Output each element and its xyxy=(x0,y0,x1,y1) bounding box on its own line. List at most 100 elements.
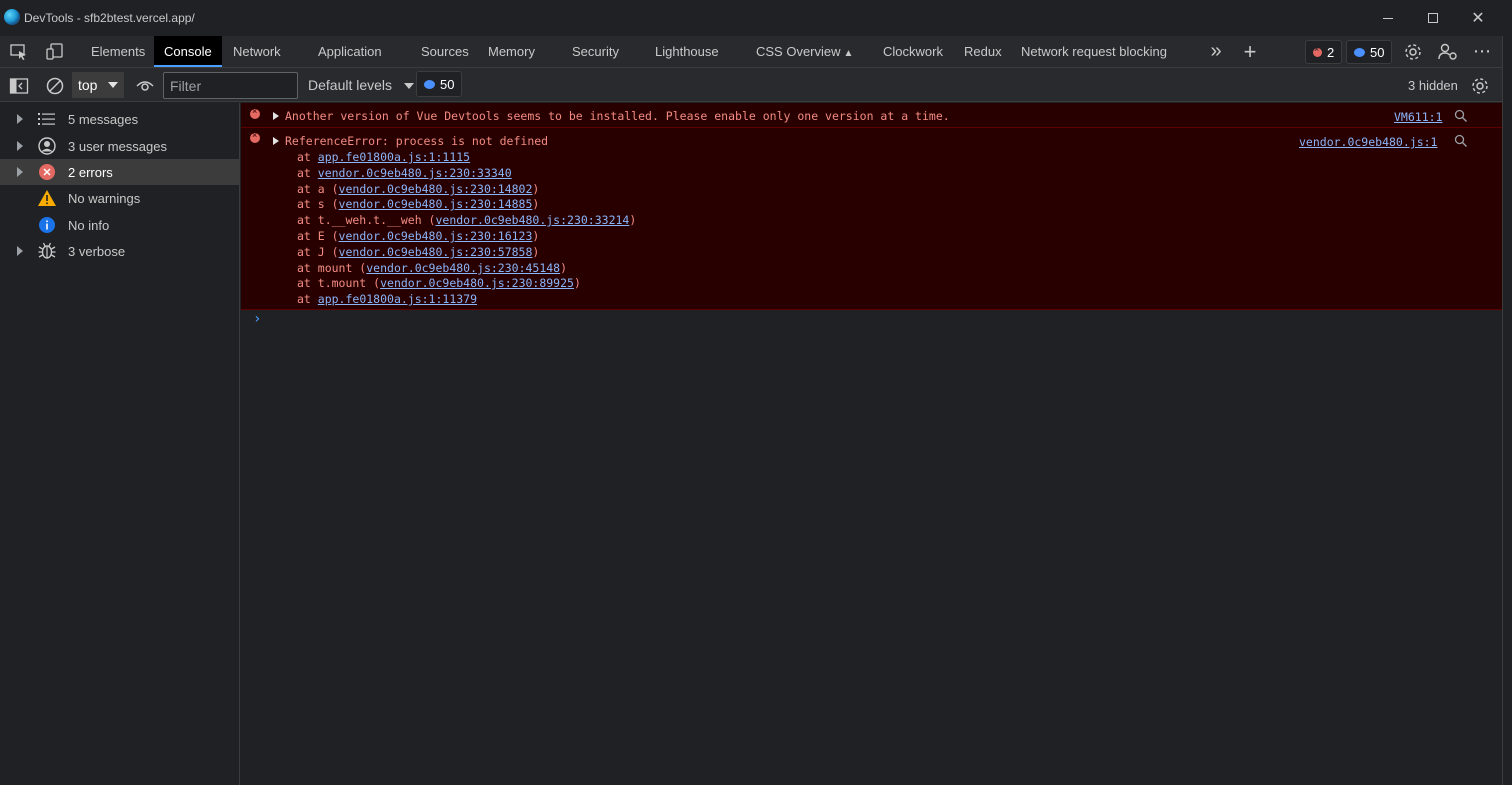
stack-trace-link[interactable]: vendor.0c9eb480.js:230:57858 xyxy=(339,245,533,259)
stack-trace-link[interactable]: vendor.0c9eb480.js:230:14802 xyxy=(339,182,533,196)
stack-trace-prefix: at mount ( xyxy=(297,261,367,275)
title-bar: DevTools - sfb2btest.vercel.app/ ✕ xyxy=(0,0,1512,36)
console-toolbar: top Default levels 50 3 hidden xyxy=(0,68,1502,102)
sidebar-item-info[interactable]: No info xyxy=(0,212,240,238)
tab-lighthouse[interactable]: Lighthouse xyxy=(655,36,719,67)
expand-arrow-icon[interactable] xyxy=(17,141,23,151)
tab-sources[interactable]: Sources xyxy=(421,36,469,67)
stack-trace-prefix: at xyxy=(297,166,318,180)
expand-arrow-icon[interactable] xyxy=(273,112,279,120)
stack-trace-suffix: ) xyxy=(629,213,637,227)
tab-network-request-blocking[interactable]: Network request blocking xyxy=(1021,36,1167,67)
stack-trace-link[interactable]: vendor.0c9eb480.js:230:33214 xyxy=(435,213,629,227)
expand-arrow-icon[interactable] xyxy=(17,114,23,124)
experiment-flask-icon: ▲ xyxy=(843,48,854,59)
console-settings-button[interactable] xyxy=(1465,70,1495,101)
stack-trace-line: at app.fe01800a.js:1:11379 xyxy=(297,292,477,306)
prompt-chevron-icon: › xyxy=(253,311,262,327)
stack-trace-link[interactable]: vendor.0c9eb480.js:230:14885 xyxy=(339,197,533,211)
source-link[interactable]: VM611:1 xyxy=(1394,110,1442,124)
expand-arrow-icon[interactable] xyxy=(17,167,23,177)
close-icon: ✕ xyxy=(1471,10,1485,27)
sidebar-item-verbose[interactable]: 3 verbose xyxy=(0,238,240,264)
stack-trace-link[interactable]: app.fe01800a.js:1:11379 xyxy=(318,292,477,306)
stack-trace-line: at J (vendor.0c9eb480.js:230:57858) xyxy=(297,245,539,259)
clear-console-button[interactable] xyxy=(40,70,70,101)
error-icon xyxy=(250,106,260,119)
tab-elements[interactable]: Elements xyxy=(91,36,145,67)
settings-button[interactable] xyxy=(1398,36,1428,67)
stack-trace-prefix: at s ( xyxy=(297,197,339,211)
people-settings-icon xyxy=(1438,43,1457,60)
hidden-count: 3 hidden xyxy=(1408,78,1458,93)
customize-button[interactable] xyxy=(1433,36,1463,67)
log-levels-label: Default levels xyxy=(308,77,393,93)
stack-trace-link[interactable]: vendor.0c9eb480.js:230:16123 xyxy=(339,229,533,243)
tab-console[interactable]: Console xyxy=(154,36,222,67)
stack-trace-prefix: at t.mount ( xyxy=(297,276,381,290)
console-message-text: ReferenceError: process is not defined xyxy=(285,134,549,148)
stack-trace-suffix: ) xyxy=(573,276,581,290)
toggle-sidebar-button[interactable] xyxy=(4,70,34,101)
gear-icon xyxy=(1472,77,1488,94)
stack-trace-prefix: at xyxy=(297,292,318,306)
warning-icon xyxy=(37,188,57,208)
issues-count: 50 xyxy=(440,76,455,92)
more-options-button[interactable]: ⋯ xyxy=(1467,36,1497,67)
stack-trace-link[interactable]: vendor.0c9eb480.js:230:45148 xyxy=(366,261,560,275)
context-selector[interactable]: top xyxy=(72,72,124,98)
stack-trace-line: at a (vendor.0c9eb480.js:230:14802) xyxy=(297,182,539,196)
tab-application[interactable]: Application xyxy=(318,36,382,67)
sidebar-item-label: No info xyxy=(68,217,110,233)
stack-trace-suffix: ) xyxy=(532,229,540,243)
expand-arrow-icon[interactable] xyxy=(17,246,23,256)
inspect-element-button[interactable] xyxy=(4,36,34,67)
add-tab-button[interactable]: + xyxy=(1235,36,1265,67)
expand-arrow-icon[interactable] xyxy=(273,137,279,145)
caret-down-icon xyxy=(108,82,118,88)
console-prompt[interactable]: › xyxy=(253,311,261,327)
search-icon[interactable] xyxy=(1454,134,1468,148)
scrollbar[interactable] xyxy=(1502,36,1512,785)
sidebar-item-messages[interactable]: 5 messages xyxy=(0,106,240,132)
tab-security[interactable]: Security xyxy=(572,36,619,67)
sidebar-item-user-messages[interactable]: 3 user messages xyxy=(0,133,240,159)
live-expression-button[interactable] xyxy=(130,70,160,101)
error-count-badge[interactable]: 2 xyxy=(1305,40,1343,64)
stack-trace-line: at t.__weh.t.__weh (vendor.0c9eb480.js:2… xyxy=(297,213,636,227)
device-emulation-button[interactable] xyxy=(40,36,70,67)
minimize-button[interactable] xyxy=(1365,0,1411,36)
gear-icon xyxy=(1405,43,1421,60)
more-tabs-button[interactable]: » xyxy=(1201,36,1231,67)
sidebar-item-label: 3 verbose xyxy=(68,243,126,259)
tab-css-overview[interactable]: CSS Overview ▲ xyxy=(756,36,853,67)
sidebar-item-warnings[interactable]: No warnings xyxy=(0,185,240,211)
log-levels-dropdown[interactable]: Default levels xyxy=(308,77,414,93)
search-icon[interactable] xyxy=(1454,109,1468,123)
close-window-button[interactable]: ✕ xyxy=(1455,0,1501,36)
filter-input[interactable] xyxy=(163,72,298,99)
stack-trace-suffix: ) xyxy=(560,261,568,275)
tab-clockwork[interactable]: Clockwork xyxy=(883,36,943,67)
window-title: DevTools - sfb2btest.vercel.app/ xyxy=(24,11,195,25)
issues-count-badge[interactable]: 50 xyxy=(416,71,463,97)
user-icon xyxy=(37,136,57,156)
stack-trace-link[interactable]: vendor.0c9eb480.js:230:89925 xyxy=(380,276,574,290)
stack-trace-link[interactable]: vendor.0c9eb480.js:230:33340 xyxy=(318,166,512,180)
maximize-button[interactable] xyxy=(1410,0,1456,36)
sidebar-item-errors[interactable]: 2 errors xyxy=(0,159,240,185)
tab-network[interactable]: Network xyxy=(233,36,281,67)
error-icon xyxy=(37,162,57,182)
tab-memory[interactable]: Memory xyxy=(488,36,535,67)
source-link[interactable]: vendor.0c9eb480.js:1 xyxy=(1299,135,1437,149)
sidebar-item-label: 5 messages xyxy=(68,111,139,127)
stack-trace-line: at vendor.0c9eb480.js:230:33340 xyxy=(297,166,512,180)
maximize-icon xyxy=(1428,13,1438,23)
caret-down-icon xyxy=(403,83,414,90)
stack-trace-prefix: at J ( xyxy=(297,245,339,259)
stack-trace-link[interactable]: app.fe01800a.js:1:1115 xyxy=(318,150,470,164)
tab-redux[interactable]: Redux xyxy=(964,36,1002,67)
eye-icon xyxy=(136,80,154,91)
error-icon xyxy=(1313,44,1322,57)
message-count-badge[interactable]: 50 xyxy=(1346,40,1393,64)
